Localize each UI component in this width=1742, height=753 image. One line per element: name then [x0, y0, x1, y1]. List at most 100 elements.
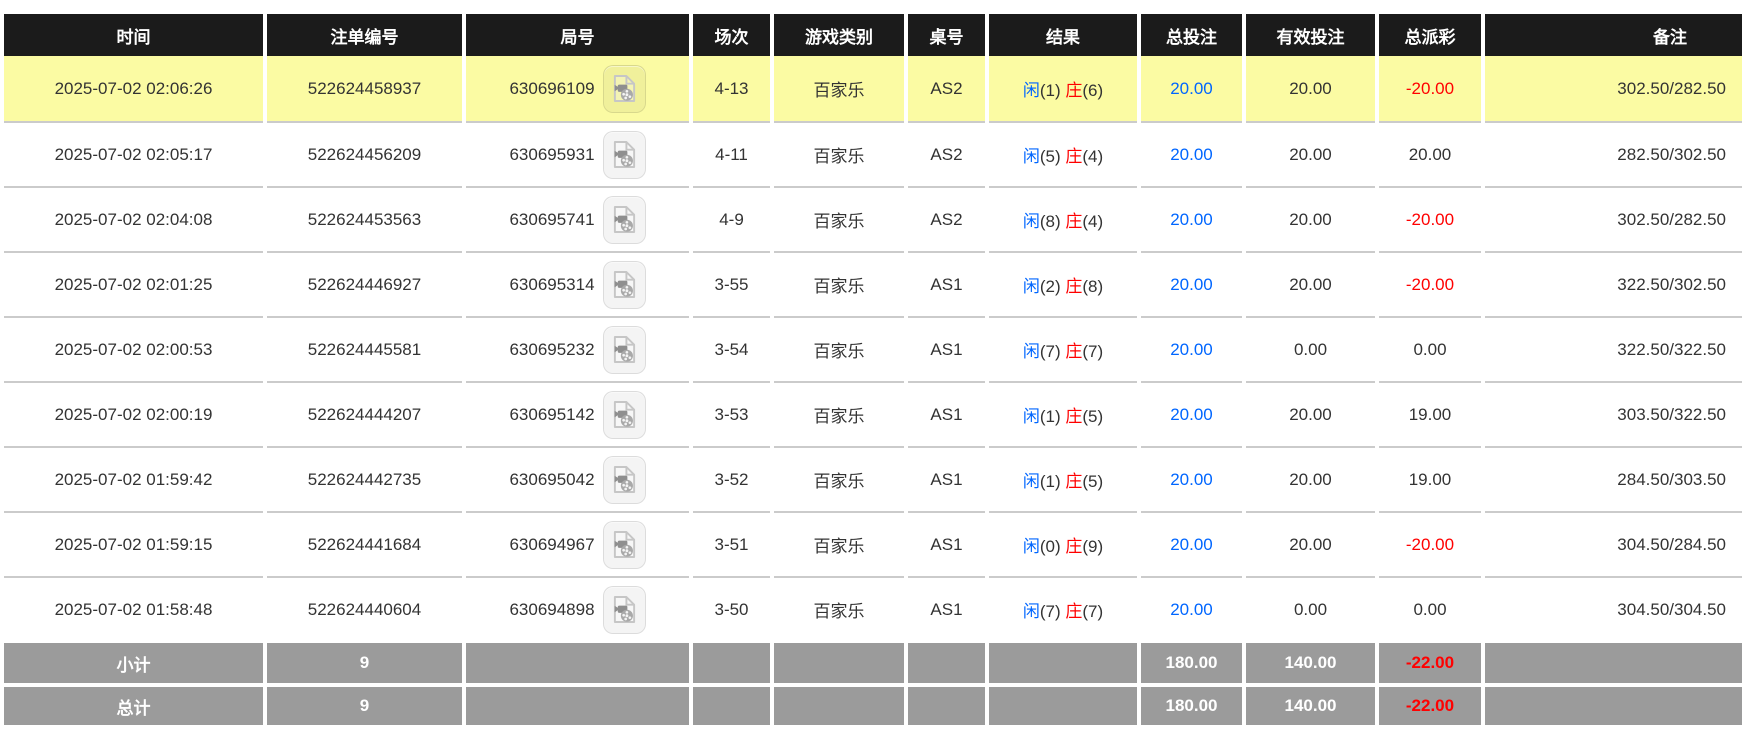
cell-time: 2025-07-02 02:00:53	[4, 316, 263, 381]
cell-bet-no: 522624453563	[267, 186, 462, 251]
bet-record-row[interactable]: 2025-07-02 02:00:19522624444207 630695142…	[4, 381, 1742, 446]
cell-round-no: 630695741	[466, 186, 689, 251]
cell-bet-no: 522624444207	[267, 381, 462, 446]
cell-remark: 322.50/302.50	[1485, 251, 1742, 316]
player-result-score: (1)	[1040, 407, 1061, 426]
video-replay-button[interactable]	[603, 196, 646, 244]
total-bet-link[interactable]: 20.00	[1170, 535, 1213, 554]
video-replay-button[interactable]	[603, 521, 646, 569]
cell-result: 闲(1) 庄(5)	[989, 381, 1137, 446]
player-result-score: (0)	[1040, 537, 1061, 556]
round-no-group: 630695042	[509, 456, 645, 504]
player-result-score: (1)	[1040, 81, 1061, 100]
video-replay-button[interactable]	[603, 326, 646, 374]
round-no-group: 630695741	[509, 196, 645, 244]
player-result-label: 闲	[1023, 537, 1040, 556]
cell-session: 4-13	[693, 56, 770, 121]
cell-remark: 303.50/322.50	[1485, 381, 1742, 446]
cell-game-type: 百家乐	[774, 121, 904, 186]
video-replay-icon	[612, 74, 637, 103]
cell-valid-bet: 20.00	[1246, 186, 1375, 251]
summary-empty-result	[989, 641, 1137, 683]
bet-record-row[interactable]: 2025-07-02 01:59:42522624442735630695042…	[4, 446, 1742, 511]
video-replay-button[interactable]	[603, 456, 646, 504]
cell-round-no: 630695142	[466, 381, 689, 446]
player-result-score: (5)	[1040, 147, 1061, 166]
cell-time: 2025-07-02 02:01:25	[4, 251, 263, 316]
bet-record-row[interactable]: 2025-07-02 02:00:53522624445581630695232…	[4, 316, 1742, 381]
total-bet-link[interactable]: 20.00	[1170, 145, 1213, 164]
cell-session: 3-51	[693, 511, 770, 576]
cell-game-type: 百家乐	[774, 251, 904, 316]
table-header: 时间注单编号局号场次游戏类别桌号结果总投注有效投注总派彩备注	[4, 14, 1742, 56]
cell-table-no: AS1	[908, 316, 985, 381]
cell-round-no: 630695042	[466, 446, 689, 511]
banker-result-score: (8)	[1082, 277, 1103, 296]
total-bet-link[interactable]: 20.00	[1170, 470, 1213, 489]
round-no-text: 630695741	[509, 210, 594, 230]
cell-result: 闲(8) 庄(4)	[989, 186, 1137, 251]
bet-record-row[interactable]: 2025-07-02 02:04:08522624453563630695741…	[4, 186, 1742, 251]
total-bet-link[interactable]: 20.00	[1170, 210, 1213, 229]
cell-remark: 284.50/303.50	[1485, 446, 1742, 511]
total-bet-link[interactable]: 20.00	[1170, 600, 1213, 619]
column-header-session: 场次	[693, 14, 770, 56]
bet-records-table: 时间注单编号局号场次游戏类别桌号结果总投注有效投注总派彩备注 2025-07-0…	[0, 14, 1742, 725]
cell-total-bet: 20.00	[1141, 186, 1242, 251]
summary-total-bet: 180.00	[1141, 641, 1242, 683]
total-bet-link[interactable]: 20.00	[1170, 405, 1213, 424]
banker-result-score: (4)	[1082, 147, 1103, 166]
round-no-text: 630695042	[509, 470, 594, 490]
video-replay-button[interactable]	[603, 391, 646, 439]
cell-payout: 0.00	[1379, 316, 1481, 381]
column-header-valid-bet: 有效投注	[1246, 14, 1375, 56]
summary-row-total: 总计9180.00140.00-22.00	[4, 683, 1742, 725]
bet-record-row[interactable]: 2025-07-02 01:58:48522624440604630694898…	[4, 576, 1742, 641]
cell-round-no: 630696109	[466, 56, 689, 121]
cell-valid-bet: 20.00	[1246, 446, 1375, 511]
cell-time: 2025-07-02 02:00:19	[4, 381, 263, 446]
summary-empty-game-type	[774, 641, 904, 683]
cell-game-type: 百家乐	[774, 316, 904, 381]
player-result-label: 闲	[1023, 407, 1040, 426]
cell-total-bet: 20.00	[1141, 121, 1242, 186]
video-replay-button[interactable]	[603, 131, 646, 179]
banker-result-label: 庄	[1065, 342, 1082, 361]
video-replay-icon	[612, 270, 637, 299]
round-no-group: 630695314	[509, 261, 645, 309]
bet-record-row[interactable]: 2025-07-02 02:05:17522624456209630695931…	[4, 121, 1742, 186]
cell-table-no: AS1	[908, 446, 985, 511]
summary-empty-session	[693, 683, 770, 725]
cell-total-bet: 20.00	[1141, 316, 1242, 381]
cell-remark: 282.50/302.50	[1485, 121, 1742, 186]
total-bet-link[interactable]: 20.00	[1170, 79, 1213, 98]
column-header-game-type: 游戏类别	[774, 14, 904, 56]
bet-record-row[interactable]: 2025-07-02 02:06:26522624458937630696109…	[4, 56, 1742, 121]
column-header-result: 结果	[989, 14, 1137, 56]
total-bet-link[interactable]: 20.00	[1170, 275, 1213, 294]
banker-result-score: (5)	[1082, 407, 1103, 426]
cell-time: 2025-07-02 01:59:15	[4, 511, 263, 576]
video-replay-button[interactable]	[603, 586, 646, 634]
bet-record-row[interactable]: 2025-07-02 02:01:25522624446927630695314…	[4, 251, 1742, 316]
summary-empty-round-no	[466, 683, 689, 725]
video-replay-button[interactable]	[603, 65, 646, 113]
round-no-group: 630695142	[509, 391, 645, 439]
video-replay-icon	[612, 465, 637, 494]
cell-result: 闲(7) 庄(7)	[989, 576, 1137, 641]
cell-round-no: 630695931	[466, 121, 689, 186]
round-no-group: 630695232	[509, 326, 645, 374]
cell-table-no: AS2	[908, 121, 985, 186]
round-no-text: 630695931	[509, 145, 594, 165]
cell-time: 2025-07-02 02:06:26	[4, 56, 263, 121]
summary-label: 总计	[4, 683, 263, 725]
video-replay-button[interactable]	[603, 261, 646, 309]
cell-valid-bet: 20.00	[1246, 381, 1375, 446]
total-bet-link[interactable]: 20.00	[1170, 340, 1213, 359]
bet-record-row[interactable]: 2025-07-02 01:59:15522624441684630694967…	[4, 511, 1742, 576]
cell-session: 3-55	[693, 251, 770, 316]
player-result-label: 闲	[1023, 342, 1040, 361]
banker-result-score: (6)	[1082, 81, 1103, 100]
player-result-score: (8)	[1040, 212, 1061, 231]
summary-empty-remark	[1485, 683, 1742, 725]
